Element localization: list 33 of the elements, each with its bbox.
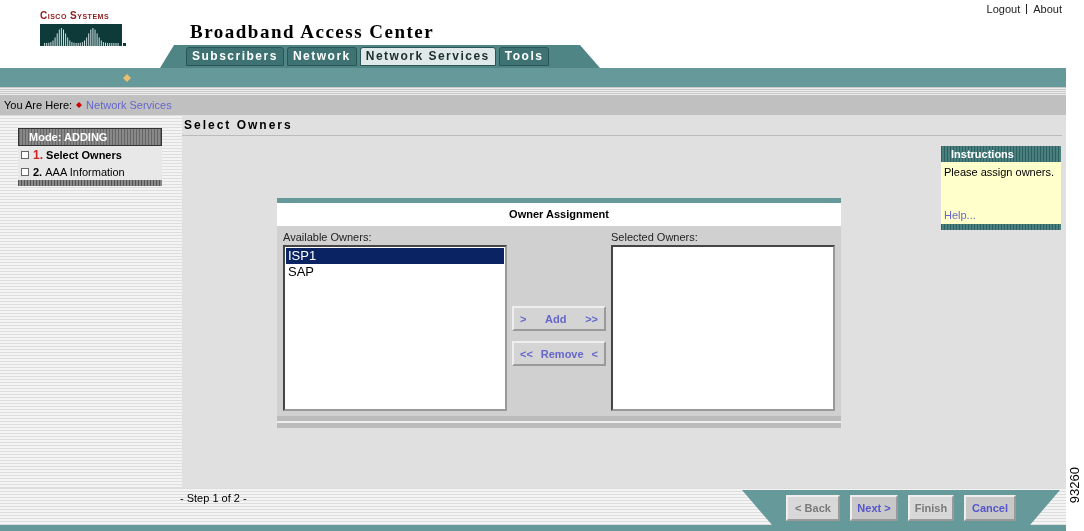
instructions-title: Instructions (951, 148, 1014, 160)
header-link[interactable]: Logout (986, 3, 1021, 15)
list-label: Selected Owners: (611, 231, 699, 243)
panel-title: Owner Assignment (277, 203, 841, 226)
page-title: Select Owners (182, 115, 1062, 136)
mode-label: Mode: ADDING (29, 131, 108, 143)
bridge-bars-icon (40, 24, 126, 48)
app-title: Broadband Access Center (190, 21, 435, 43)
breadcrumb-link[interactable]: Network Services (86, 99, 172, 111)
logo-text: Cisco Systems (40, 10, 110, 21)
nav-tab[interactable]: Network (286, 47, 357, 66)
instructions-text: Please assign owners. (943, 165, 1056, 180)
wizard-button[interactable]: Cancel (964, 494, 1016, 521)
wizard-step[interactable]: 1. Select Owners (18, 146, 162, 163)
available-owners-list[interactable]: ISP1 SAP (283, 245, 507, 411)
list-option[interactable]: SAP (286, 264, 504, 280)
selected-owners-list[interactable] (611, 245, 835, 411)
diamond-icon (76, 102, 83, 108)
wizard-step[interactable]: 2. AAA Information (18, 163, 162, 180)
remove-button[interactable]: << Remove < (512, 341, 606, 366)
list-option[interactable]: ISP1 (286, 248, 504, 264)
breadcrumb-label: You Are Here: (4, 99, 73, 111)
nav-tab[interactable]: Tools (498, 47, 550, 66)
add-button[interactable]: > Add >> (512, 306, 606, 331)
nav-tab[interactable]: Network Services (359, 47, 496, 66)
diamond-icon (123, 74, 131, 82)
step-indicator: - Step 1 of 2 - (180, 492, 247, 504)
list-label: Available Owners: (283, 231, 373, 243)
header-link[interactable]: About (1033, 3, 1062, 15)
wizard-button[interactable]: Next > (850, 494, 898, 521)
help-link[interactable]: Help... (941, 209, 1061, 224)
figure-number: 93260 (1068, 466, 1082, 503)
nav-tab[interactable]: Subscribers (186, 47, 284, 66)
